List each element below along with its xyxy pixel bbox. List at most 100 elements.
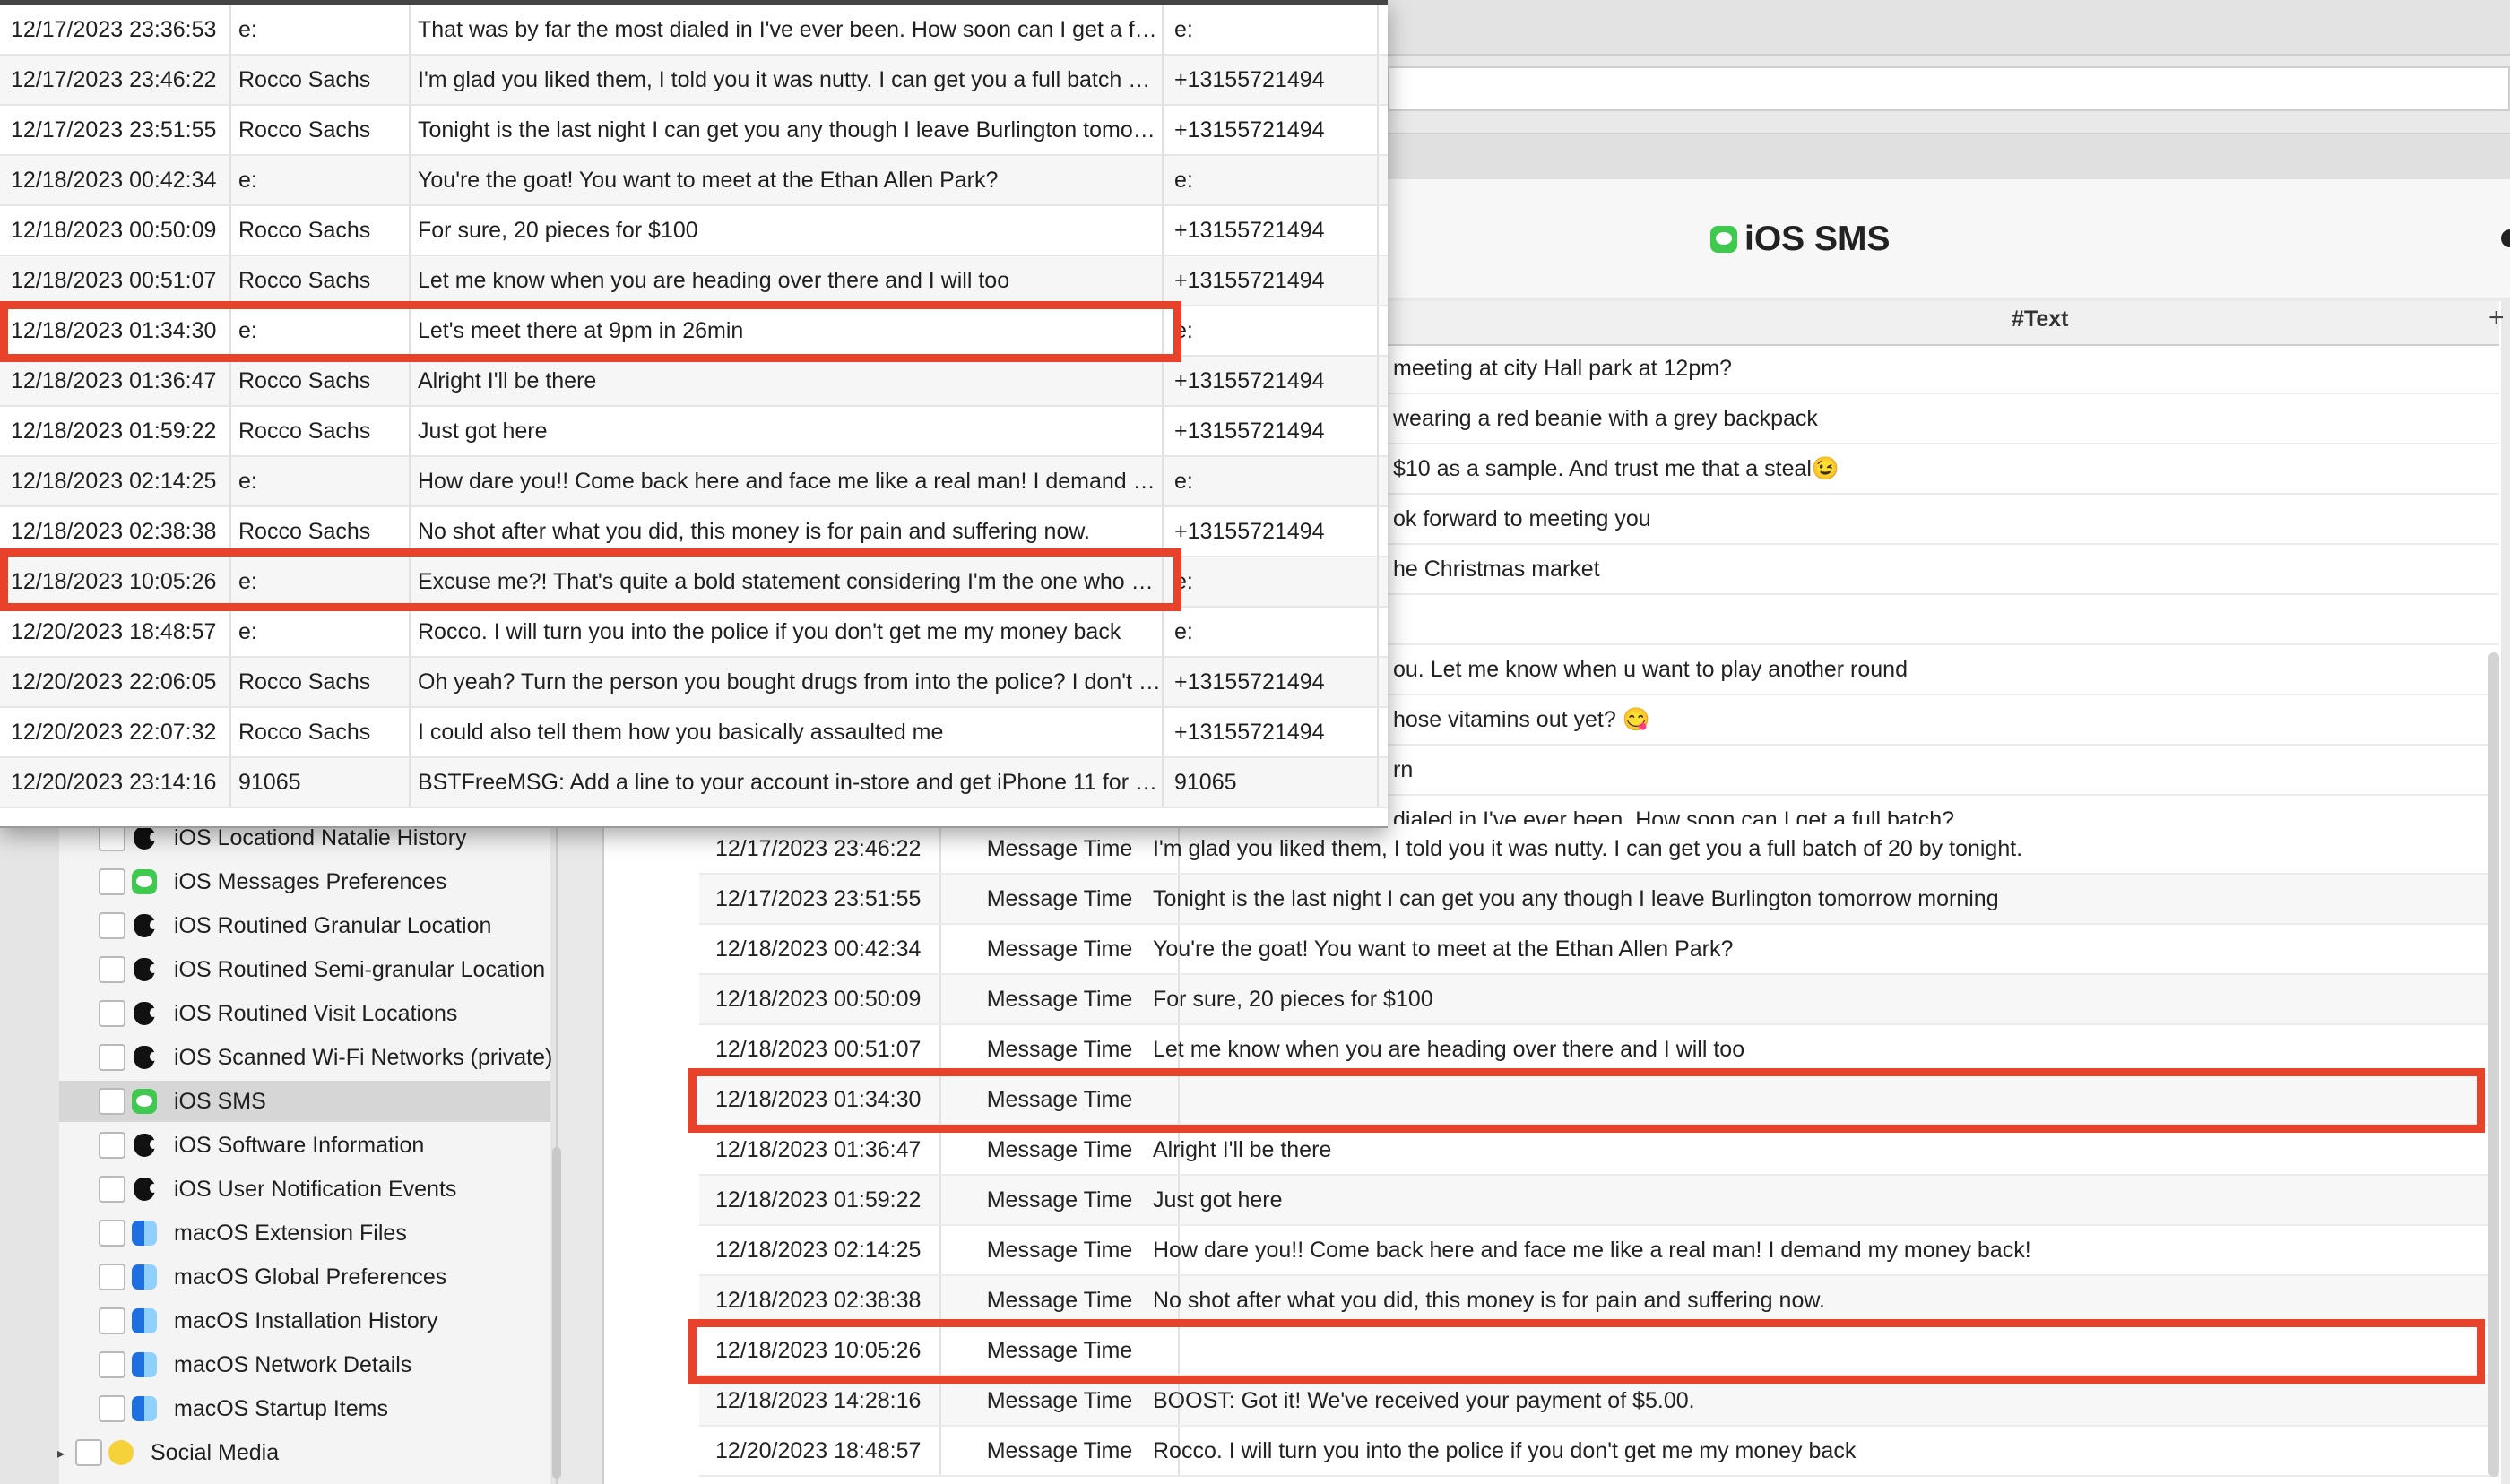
message-timestamp: 12/17/2023 23:51:55 <box>11 106 231 154</box>
checkbox[interactable] <box>99 912 126 939</box>
popup-row[interactable]: 12/20/2023 22:06:05 Rocco Sachs Oh yeah? T… <box>0 658 1388 708</box>
phone-number: 91065 <box>1174 758 1379 807</box>
sidebar-item[interactable]: macOS Global Preferences <box>59 1256 550 1298</box>
timestamp-type: Message Time <box>941 1025 1180 1074</box>
checkbox[interactable] <box>99 1176 126 1203</box>
table-row[interactable]: 12/17/2023 23:46:22 Message Time I'm glad … <box>699 824 2499 875</box>
sidebar-item[interactable]: iOS User Notification Events <box>59 1169 550 1210</box>
message-timestamp: 12/20/2023 18:48:57 <box>11 608 231 656</box>
checkbox[interactable] <box>99 956 126 983</box>
table-row[interactable]: 12/18/2023 00:42:34 Message Time You're th… <box>699 925 2499 975</box>
message-timestamp: 12/18/2023 01:36:47 <box>715 1126 941 1174</box>
timestamp-type: Message Time <box>941 1176 1180 1224</box>
sidebar-item-label: macOS Extension Files <box>174 1220 407 1246</box>
table-row[interactable]: 12/18/2023 01:59:22 Message Time Just got … <box>699 1176 2499 1226</box>
phone-number: +13155721494 <box>1174 56 1379 104</box>
sidebar-item[interactable]: iOS Messages Preferences <box>59 861 550 902</box>
popup-row[interactable]: 12/18/2023 00:51:07 Rocco Sachs Let me kno… <box>0 256 1388 306</box>
sidebar-item[interactable]: macOS Installation History <box>59 1300 550 1342</box>
message-timestamp: 12/18/2023 01:59:22 <box>715 1176 941 1224</box>
table-row[interactable]: ok forward to meeting you <box>1388 495 2499 545</box>
sender-name: e: <box>238 156 411 204</box>
checkbox[interactable] <box>99 1088 126 1115</box>
table-row[interactable]: he Christmas market <box>1388 545 2499 595</box>
table-row[interactable] <box>1388 595 2499 645</box>
popup-row[interactable]: 12/18/2023 00:42:34 e: You're the goat! Yo… <box>0 156 1388 206</box>
filter-input[interactable] <box>1388 66 2510 111</box>
messages-icon <box>131 868 158 895</box>
popup-row[interactable]: 12/17/2023 23:36:53 e: That was by far the… <box>0 5 1388 56</box>
message-timestamp: 12/18/2023 00:51:07 <box>11 256 231 305</box>
checkbox[interactable] <box>99 1307 126 1334</box>
checkbox[interactable] <box>99 1000 126 1027</box>
sidebar-scrollbar[interactable] <box>552 1147 561 1479</box>
popup-row[interactable]: 12/18/2023 01:36:47 Rocco Sachs Alright I'… <box>0 357 1388 407</box>
checkbox[interactable] <box>99 1220 126 1247</box>
table-row[interactable]: ou. Let me know when u want to play anot… <box>1388 645 2499 695</box>
checkbox[interactable] <box>99 1132 126 1159</box>
checkbox[interactable] <box>99 1351 126 1378</box>
message-text: wearing a red beanie with a grey backpac… <box>1393 406 1818 431</box>
finder-icon <box>131 1351 158 1378</box>
sidebar-item-label: iOS Routined Visit Locations <box>174 1000 458 1026</box>
checkbox[interactable] <box>99 1044 126 1071</box>
timestamp-type: Message Time <box>941 925 1180 973</box>
table-row[interactable]: 12/18/2023 00:50:09 Message Time For sure,… <box>699 975 2499 1025</box>
popup-row[interactable]: 12/20/2023 22:07:32 Rocco Sachs I could al… <box>0 708 1388 758</box>
sidebar-item[interactable]: iOS Routined Semi-granular Location <box>59 949 550 990</box>
sidebar-item[interactable]: macOS Network Details <box>59 1344 550 1385</box>
table-row[interactable]: 12/17/2023 23:51:55 Message Time Tonight i… <box>699 875 2499 925</box>
sender-name: Rocco Sachs <box>238 206 411 255</box>
popup-row[interactable]: 12/20/2023 18:48:57 e: Rocco. I will turn … <box>0 608 1388 658</box>
sidebar-item[interactable]: iOS Routined Visit Locations <box>59 993 550 1034</box>
popup-row[interactable]: 12/18/2023 01:59:22 Rocco Sachs Just got h… <box>0 407 1388 457</box>
table-row[interactable]: 12/20/2023 18:48:57 Message Time Rocco. I … <box>699 1427 2499 1477</box>
message-text: he Christmas market <box>1393 556 1600 582</box>
message-text: rn <box>1393 757 1414 782</box>
message-timestamp: 12/18/2023 01:36:47 <box>11 357 231 405</box>
message-text: Just got here <box>1153 1187 1283 1212</box>
checkbox[interactable] <box>99 1264 126 1290</box>
table-row[interactable]: 12/18/2023 01:36:47 Message Time Alright I… <box>699 1126 2499 1176</box>
popup-row[interactable]: 12/18/2023 02:14:25 e: How dare you!! Come… <box>0 457 1388 507</box>
sidebar-item[interactable]: macOS Startup Items <box>59 1388 550 1429</box>
table-row[interactable]: 12/18/2023 14:28:16 Message Time BOOST: Go… <box>699 1376 2499 1427</box>
sidebar-item[interactable]: iOS Scanned Wi-Fi Networks (private) <box>59 1037 552 1078</box>
table-row[interactable]: wearing a red beanie with a grey backpac… <box>1388 394 2499 444</box>
table-row[interactable]: hose vitamins out yet? 😋 <box>1388 695 2499 746</box>
sidebar-item[interactable]: iOS Software Information <box>59 1125 550 1166</box>
table-row[interactable]: rn <box>1388 746 2499 796</box>
message-text: For sure, 20 pieces for $100 <box>1153 987 1433 1012</box>
highlight-box <box>688 1319 2485 1384</box>
message-timestamp: 12/17/2023 23:51:55 <box>715 875 941 923</box>
add-column-icon[interactable]: + <box>2488 303 2505 333</box>
popup-row[interactable]: 12/20/2023 23:14:16 91065 BSTFreeMSG: Add … <box>0 758 1388 808</box>
sidebar-item[interactable]: iOS Routined Granular Location <box>59 905 550 946</box>
finder-icon <box>131 1264 158 1290</box>
popup-row[interactable]: 12/17/2023 23:46:22 Rocco Sachs I'm glad y… <box>0 56 1388 106</box>
message-text: How dare you!! Come back here and face m… <box>418 457 1164 505</box>
checkbox[interactable] <box>99 824 126 851</box>
message-text: ou. Let me know when u want to play anot… <box>1393 657 1908 682</box>
timestamp-type: Message Time <box>941 1226 1180 1274</box>
timestamp-type: Message Time <box>941 875 1180 923</box>
messages-icon <box>1710 226 1737 253</box>
phone-number: e: <box>1174 457 1379 505</box>
sidebar-item-social-media[interactable]: Social Media <box>36 1432 527 1473</box>
sender-name: Rocco Sachs <box>238 407 411 455</box>
message-text: Alright I'll be there <box>418 357 1164 405</box>
popup-row[interactable]: 12/18/2023 00:50:09 Rocco Sachs For sure, … <box>0 206 1388 256</box>
column-header-text[interactable]: #Text <box>2012 306 2068 332</box>
table-row[interactable]: 12/18/2023 02:14:25 Message Time How dare … <box>699 1226 2499 1276</box>
table-scrollbar[interactable] <box>2488 652 2499 1477</box>
sidebar-item[interactable]: iOS SMS <box>59 1081 550 1122</box>
checkbox[interactable] <box>75 1439 102 1466</box>
checkbox[interactable] <box>99 868 126 895</box>
checkbox[interactable] <box>99 1395 126 1422</box>
table-row[interactable]: meeting at city Hall park at 12pm? <box>1388 344 2499 394</box>
popup-row[interactable]: 12/17/2023 23:51:55 Rocco Sachs Tonight is… <box>0 106 1388 156</box>
sidebar-item[interactable]: macOS Extension Files <box>59 1212 550 1254</box>
sender-name: Rocco Sachs <box>238 256 411 305</box>
apple-icon <box>131 1176 158 1203</box>
table-row[interactable]: $10 as a sample. And trust me that a ste… <box>1388 444 2499 495</box>
